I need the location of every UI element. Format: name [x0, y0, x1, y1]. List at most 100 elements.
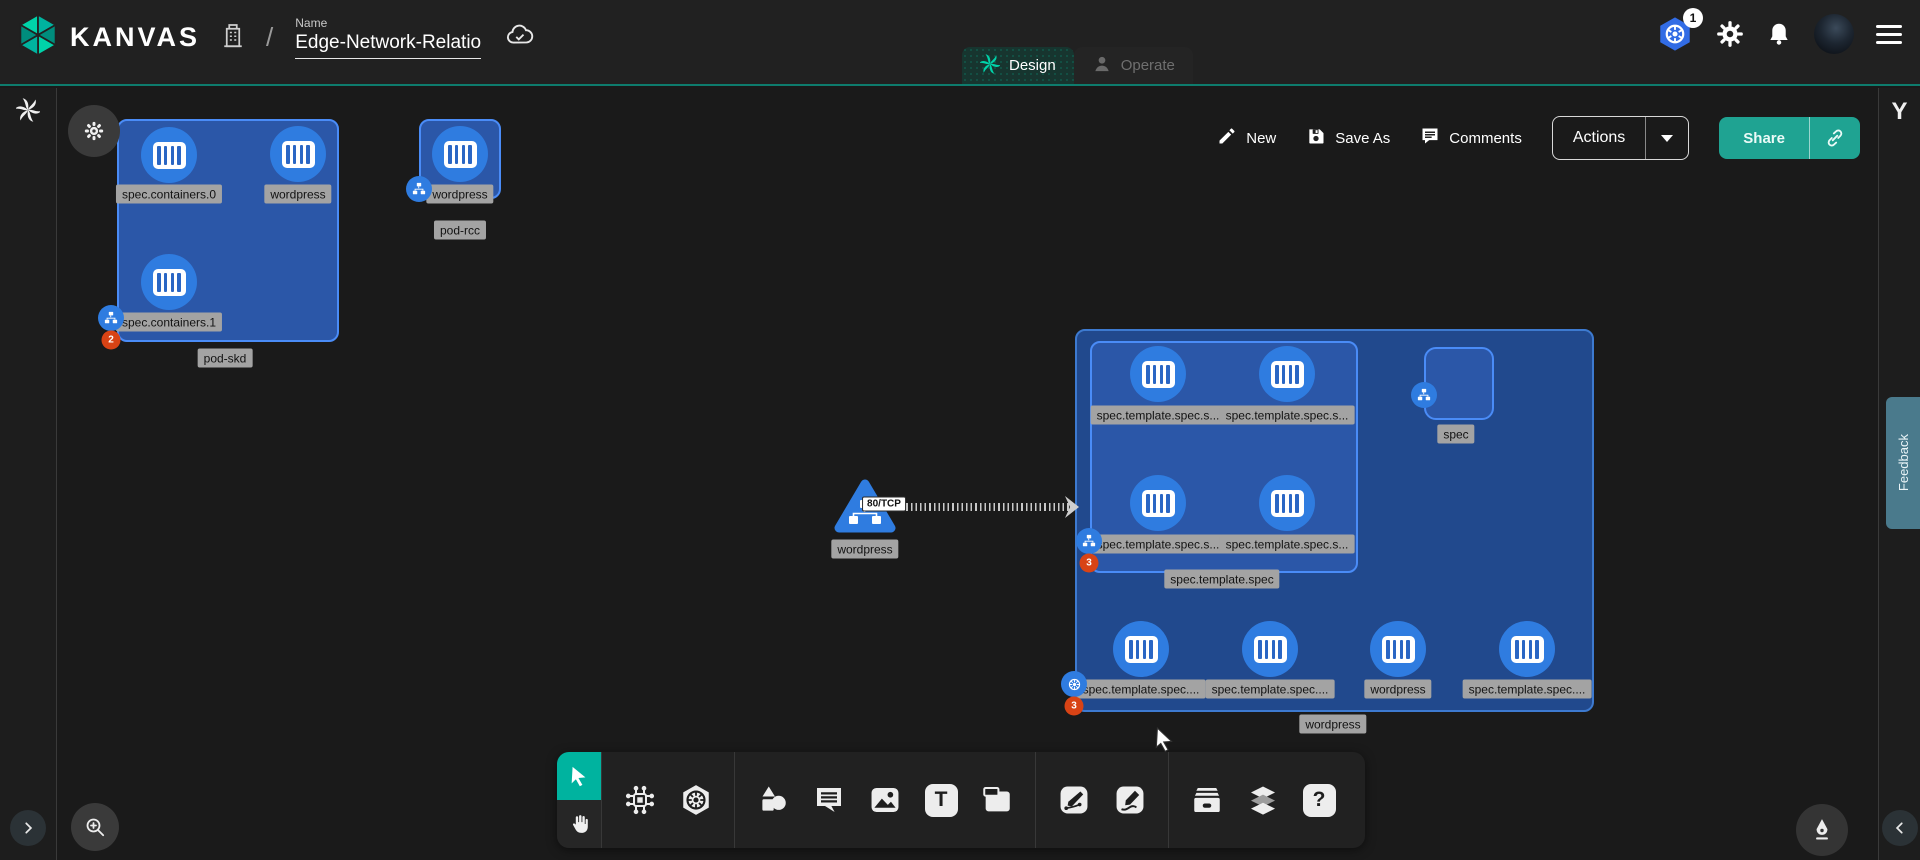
node-template-container[interactable]	[1130, 475, 1186, 531]
label-shape-tool-icon[interactable]	[975, 778, 1019, 822]
menu-hamburger-icon[interactable]	[1876, 25, 1902, 44]
name-label: Name	[295, 16, 481, 30]
node-spec-containers-0[interactable]	[141, 127, 197, 183]
error-badge[interactable]: 3	[1080, 554, 1099, 573]
pod-network-icon[interactable]	[1076, 528, 1102, 554]
mode-tabs: Design Operate	[962, 47, 1193, 84]
container-icon	[282, 141, 315, 168]
new-button[interactable]: New	[1217, 126, 1276, 150]
tab-design[interactable]: Design	[962, 47, 1074, 84]
container-icon	[153, 142, 186, 169]
design-mode-pen-nib-icon[interactable]	[1796, 804, 1848, 856]
actions-dropdown-button[interactable]: Actions	[1552, 116, 1689, 160]
edge-port-label: 80/TCP	[862, 497, 906, 512]
node-label: spec.template.spec.s...	[1091, 535, 1226, 554]
container-icon	[1271, 490, 1304, 517]
cloud-sync-icon	[505, 22, 535, 53]
error-badge[interactable]: 2	[102, 331, 121, 350]
save-as-button[interactable]: Save As	[1306, 126, 1390, 150]
node-label: spec.template.spec.s...	[1220, 406, 1355, 425]
group-label: wordpress	[1299, 715, 1366, 734]
error-badge[interactable]: 3	[1065, 697, 1084, 716]
container-icon	[1511, 636, 1544, 663]
tab-operate[interactable]: Operate	[1074, 47, 1193, 84]
pen-bezier-tool-icon[interactable]	[1052, 778, 1096, 822]
container-icon	[444, 141, 477, 168]
pan-tool-button[interactable]	[557, 800, 601, 848]
share-button[interactable]: Share	[1719, 117, 1860, 159]
deployment-wheel-icon[interactable]	[1061, 671, 1087, 697]
pod-network-icon[interactable]	[98, 305, 124, 331]
yaml-panel-icon[interactable]: Y	[1891, 98, 1907, 126]
node-deployment-container[interactable]	[1113, 621, 1169, 677]
select-tool-button[interactable]	[557, 752, 601, 800]
node-deployment-container[interactable]	[1499, 621, 1555, 677]
feedback-tab[interactable]: Feedback	[1886, 397, 1920, 529]
node-spec-containers-1[interactable]	[141, 254, 197, 310]
node-deployment-container[interactable]	[1242, 621, 1298, 677]
kanvas-logo[interactable]: KANVAS	[16, 12, 200, 63]
layers-tool-icon[interactable]	[1241, 778, 1285, 822]
operate-person-icon	[1092, 54, 1112, 78]
node-label: spec.containers.0	[116, 185, 222, 204]
expand-left-panel-button[interactable]	[10, 810, 46, 846]
integrations-chip-icon[interactable]	[618, 778, 662, 822]
group-label: pod-rcc	[434, 221, 486, 240]
container-icon	[1271, 361, 1304, 388]
container-icon	[1254, 636, 1287, 663]
design-canvas[interactable]: Y Feedback New	[0, 88, 1920, 860]
freehand-pencil-tool-icon[interactable]	[1108, 778, 1152, 822]
node-wordpress-container[interactable]	[1370, 621, 1426, 677]
collapsed-node-gear-icon[interactable]	[68, 105, 120, 157]
edge-arrowhead-icon	[1062, 494, 1082, 525]
group-label: spec.template.spec	[1164, 570, 1279, 589]
help-tool-icon[interactable]: ?	[1297, 778, 1341, 822]
zoom-in-button[interactable]	[71, 803, 119, 851]
comments-label: Comments	[1449, 130, 1522, 147]
node-template-container[interactable]	[1130, 346, 1186, 402]
tab-operate-label: Operate	[1121, 57, 1175, 74]
shapes-tool-icon[interactable]	[751, 778, 795, 822]
design-name-input[interactable]: Edge-Network-Relatio	[295, 32, 481, 59]
pod-network-icon[interactable]	[406, 176, 432, 202]
container-icon	[1142, 361, 1175, 388]
caret-down-icon	[1661, 135, 1673, 142]
kubernetes-context-button[interactable]: 1	[1656, 15, 1694, 53]
text-tool-glyph: T	[925, 784, 958, 817]
actions-label[interactable]: Actions	[1553, 117, 1646, 159]
actions-caret-button[interactable]	[1646, 117, 1688, 159]
toolbar-section-components	[601, 752, 734, 848]
pod-network-icon[interactable]	[1411, 382, 1437, 408]
image-tool-icon[interactable]	[863, 778, 907, 822]
expand-right-panel-button[interactable]	[1882, 810, 1918, 846]
container-icon	[153, 269, 186, 296]
node-template-container[interactable]	[1259, 475, 1315, 531]
service-edge[interactable]	[897, 503, 1069, 511]
archive-drawer-tool-icon[interactable]	[1185, 778, 1229, 822]
user-avatar[interactable]	[1814, 14, 1854, 54]
canvas-action-bar: New Save As Co	[1217, 116, 1860, 160]
design-swirl-icon	[980, 54, 1000, 78]
node-spec[interactable]	[1424, 347, 1494, 420]
comment-tool-icon[interactable]	[807, 778, 851, 822]
copy-link-button[interactable]	[1810, 117, 1860, 159]
node-wordpress-container[interactable]	[270, 126, 326, 182]
kanvas-hexagon-icon	[16, 12, 60, 63]
node-label: spec.template.spec.s...	[1091, 406, 1226, 425]
settings-gear-icon[interactable]	[1716, 20, 1744, 48]
node-label: wordpress	[426, 185, 493, 204]
toolbar-section-utility: ?	[1168, 752, 1357, 848]
save-floppy-icon	[1306, 126, 1326, 150]
share-label[interactable]: Share	[1719, 117, 1810, 159]
text-tool-icon[interactable]: T	[919, 778, 963, 822]
node-wordpress-container[interactable]	[432, 126, 488, 182]
toolbar-section-annotation: T	[734, 752, 1035, 848]
organization-icon[interactable]	[218, 19, 248, 56]
design-panel-swirl-icon[interactable]	[16, 98, 40, 127]
notifications-bell-icon[interactable]	[1766, 21, 1792, 47]
node-template-container[interactable]	[1259, 346, 1315, 402]
node-label: wordpress	[1364, 680, 1431, 699]
kubernetes-tool-icon[interactable]	[674, 778, 718, 822]
context-count-badge: 1	[1683, 8, 1703, 28]
comments-button[interactable]: Comments	[1420, 126, 1522, 150]
